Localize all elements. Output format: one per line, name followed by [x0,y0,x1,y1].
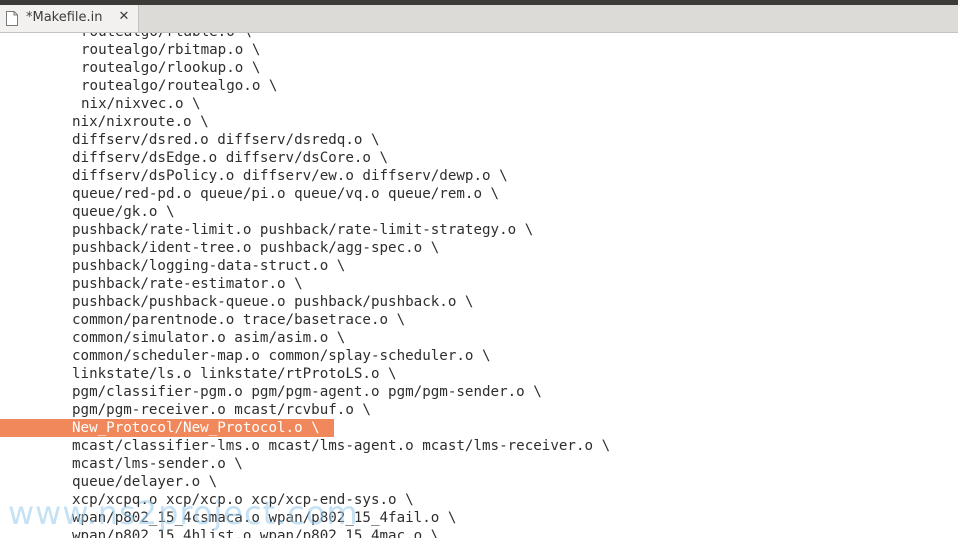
close-icon[interactable]: ✕ [116,9,132,25]
code-line[interactable]: xcp/xcpq.o xcp/xcp.o xcp/xcp-end-sys.o \ [0,491,958,509]
code-line[interactable]: routealgo/routealgo.o \ [0,77,958,95]
code-line[interactable]: wpan/p802_15_4csmaca.o wpan/p802_15_4fai… [0,509,958,527]
code-line[interactable]: queue/delayer.o \ [0,473,958,491]
code-line[interactable]: nix/nixvec.o \ [0,95,958,113]
code-line[interactable]: diffserv/dsEdge.o diffserv/dsCore.o \ [0,149,958,167]
tab-makefile-in[interactable]: *Makefile.in ✕ [0,5,139,32]
code-line[interactable]: routealgo/rtable.o \ [0,33,958,41]
code-line[interactable]: pgm/classifier-pgm.o pgm/pgm-agent.o pgm… [0,383,958,401]
code-line[interactable]: common/simulator.o asim/asim.o \ [0,329,958,347]
code-line-highlighted[interactable]: New_Protocol/New_Protocol.o \ [0,419,958,437]
code-line[interactable]: mcast/lms-sender.o \ [0,455,958,473]
document-icon [6,11,18,26]
code-line[interactable]: pgm/pgm-receiver.o mcast/rcvbuf.o \ [0,401,958,419]
code-line[interactable]: queue/gk.o \ [0,203,958,221]
code-line[interactable]: linkstate/ls.o linkstate/rtProtoLS.o \ [0,365,958,383]
code-line[interactable]: queue/red-pd.o queue/pi.o queue/vq.o que… [0,185,958,203]
code-line[interactable]: routealgo/rbitmap.o \ [0,41,958,59]
code-line[interactable]: wpan/p802_15_4hlist.o wpan/p802_15_4mac.… [0,527,958,538]
code-line[interactable]: pushback/logging-data-struct.o \ [0,257,958,275]
editor-lines: routealgo/rtable.o \ routealgo/rbitmap.o… [0,33,958,538]
code-line[interactable]: common/scheduler-map.o common/splay-sche… [0,347,958,365]
code-line[interactable]: common/parentnode.o trace/basetrace.o \ [0,311,958,329]
tab-bar: *Makefile.in ✕ [0,5,958,33]
code-line[interactable]: pushback/pushback-queue.o pushback/pushb… [0,293,958,311]
code-line[interactable]: mcast/classifier-lms.o mcast/lms-agent.o… [0,437,958,455]
code-line[interactable]: pushback/rate-estimator.o \ [0,275,958,293]
code-line[interactable]: diffserv/dsPolicy.o diffserv/ew.o diffse… [0,167,958,185]
code-line[interactable]: pushback/ident-tree.o pushback/agg-spec.… [0,239,958,257]
text-editor[interactable]: routealgo/rtable.o \ routealgo/rbitmap.o… [0,33,958,538]
code-line[interactable]: routealgo/rlookup.o \ [0,59,958,77]
code-line[interactable]: diffserv/dsred.o diffserv/dsredq.o \ [0,131,958,149]
code-line[interactable]: pushback/rate-limit.o pushback/rate-limi… [0,221,958,239]
tab-title: *Makefile.in [26,10,103,25]
code-line[interactable]: nix/nixroute.o \ [0,113,958,131]
